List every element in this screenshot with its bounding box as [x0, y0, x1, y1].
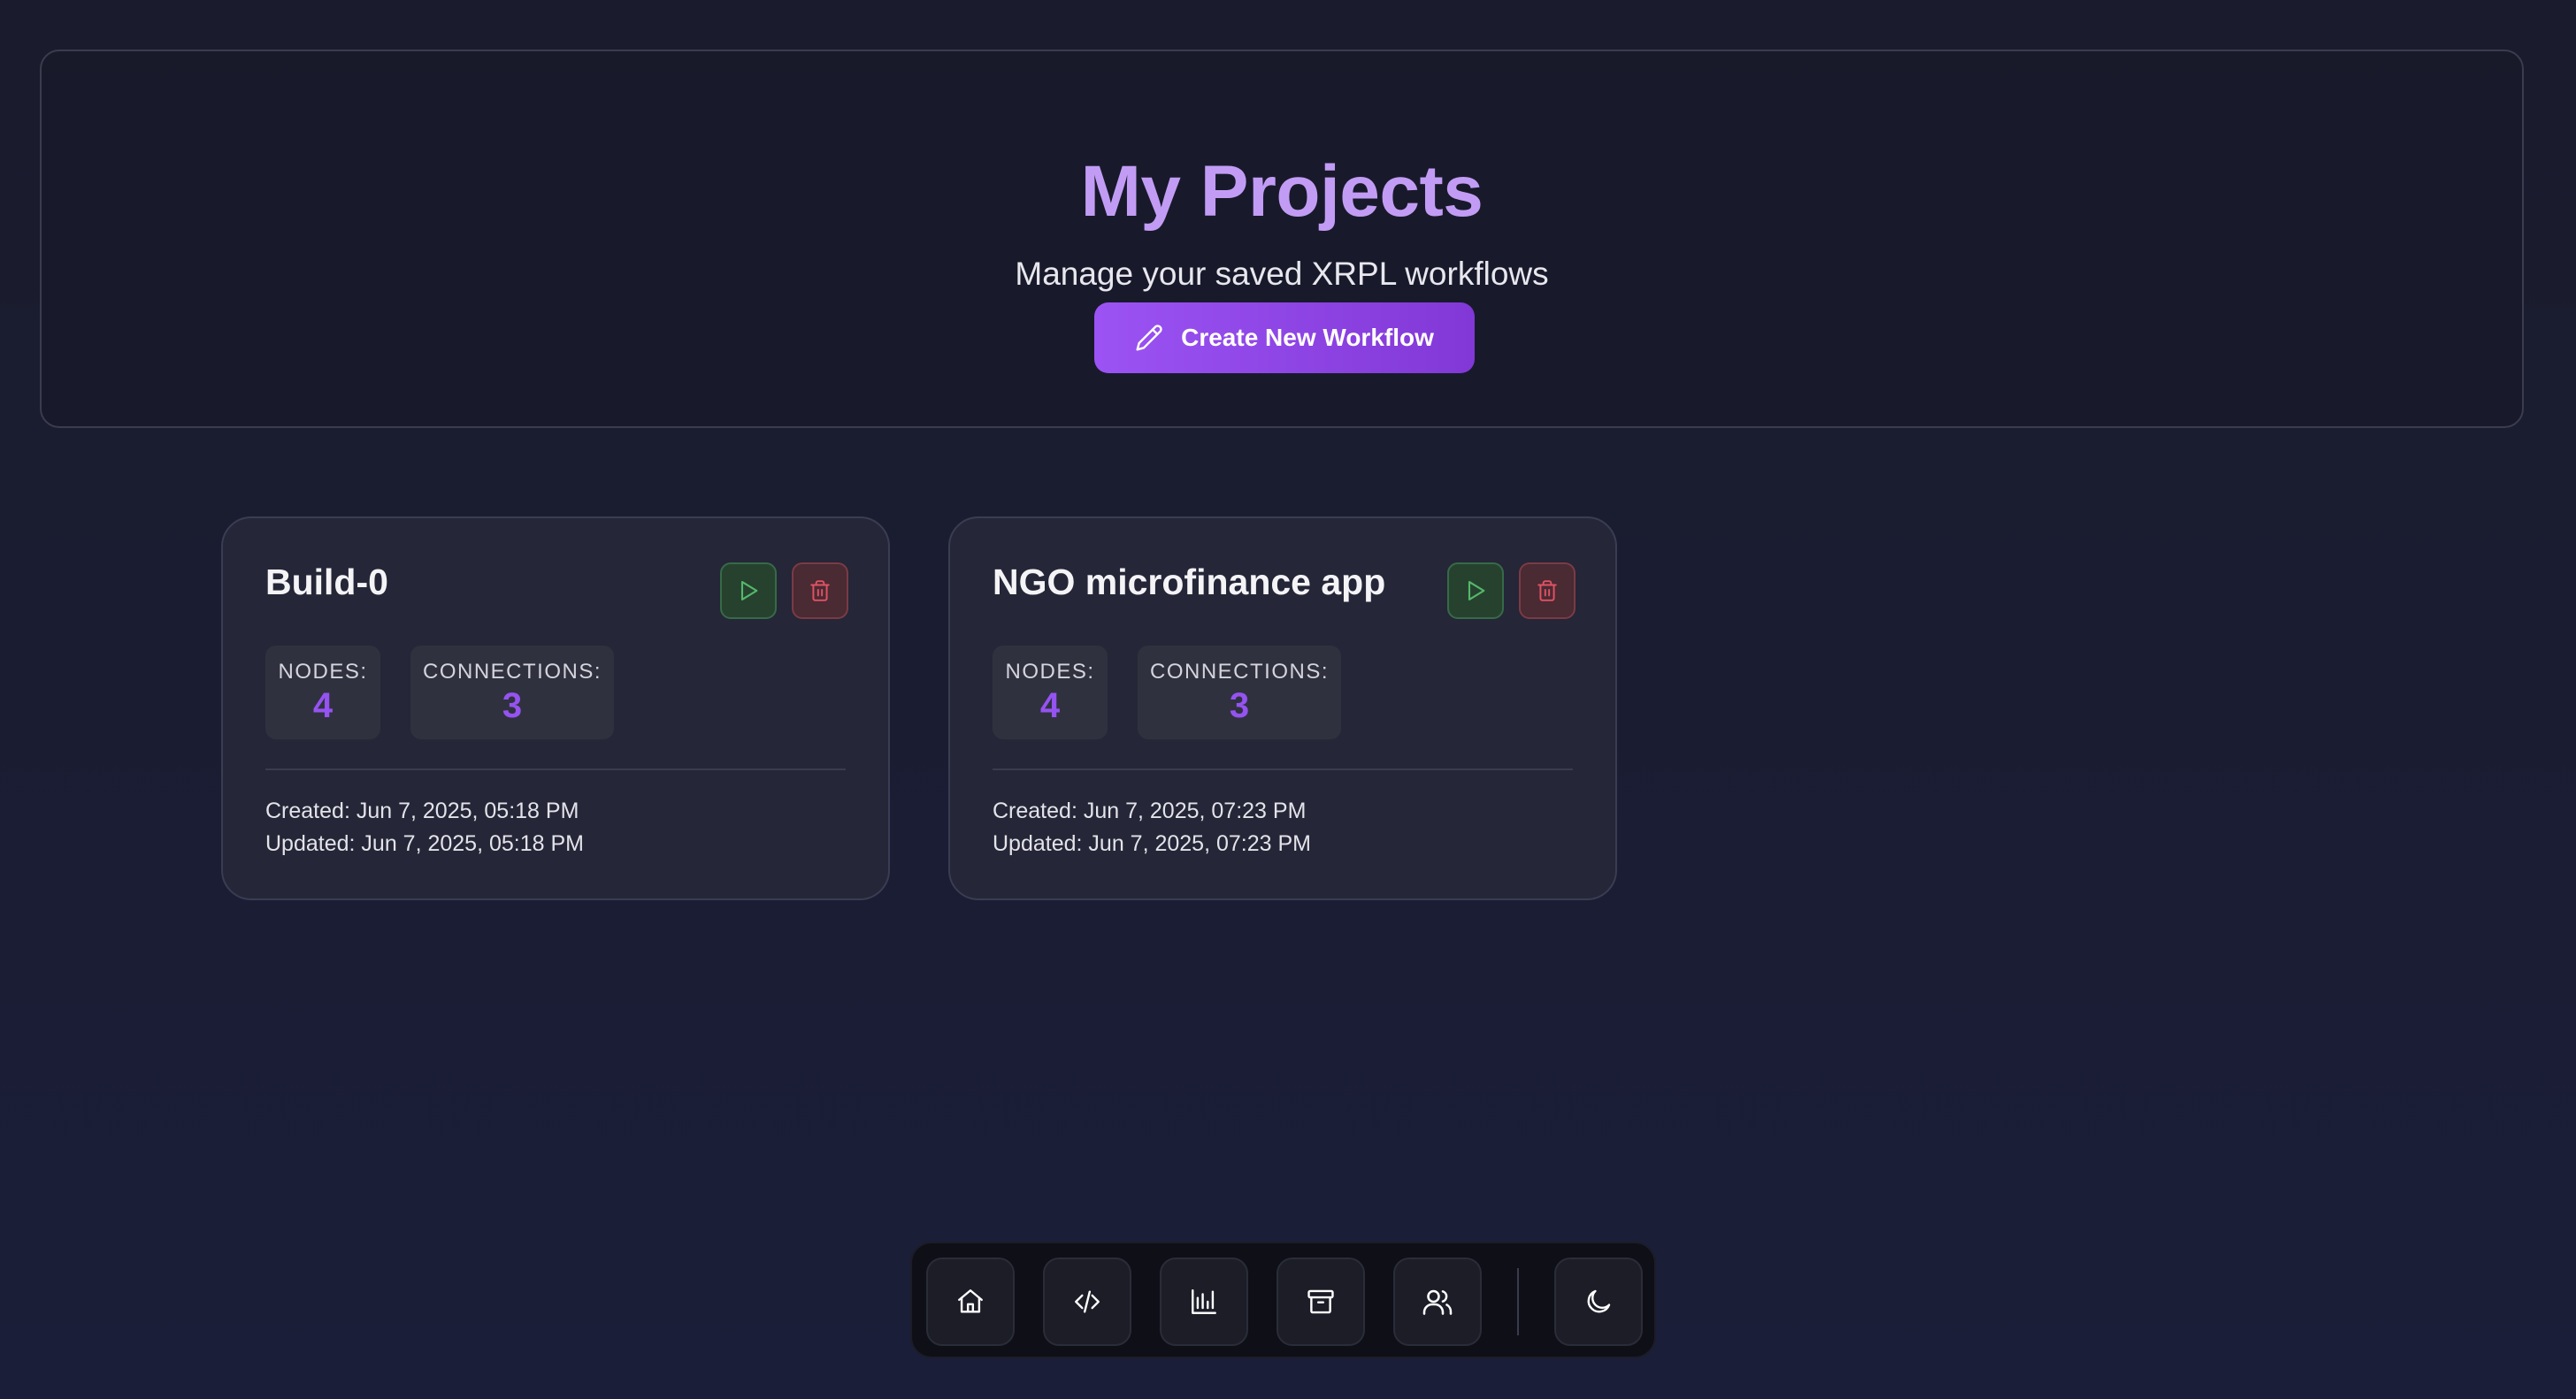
- page-title: My Projects: [1080, 151, 1484, 232]
- nodes-label: NODES:: [1005, 660, 1095, 684]
- bottom-dock: [910, 1242, 1656, 1358]
- archive-icon: [1306, 1287, 1336, 1317]
- trash-icon: [1536, 579, 1559, 602]
- dock-home-button[interactable]: [926, 1258, 1015, 1346]
- play-icon: [736, 578, 761, 603]
- dock-users-button[interactable]: [1393, 1258, 1482, 1346]
- card-divider: [265, 768, 846, 770]
- run-workflow-button[interactable]: [1447, 562, 1504, 619]
- connections-count: 3: [1229, 686, 1250, 725]
- create-new-workflow-label: Create New Workflow: [1181, 324, 1434, 351]
- page-subtitle: Manage your saved XRPL workflows: [1015, 256, 1549, 292]
- create-new-workflow-button[interactable]: Create New Workflow: [1094, 302, 1475, 373]
- header-panel: My Projects Manage your saved XRPL workf…: [40, 50, 2524, 428]
- run-workflow-button[interactable]: [720, 562, 777, 619]
- project-card[interactable]: NGO microfinance app NODES: 4 CONNECTION…: [948, 516, 1617, 900]
- delete-workflow-button[interactable]: [792, 562, 848, 619]
- connections-stat: CONNECTIONS: 3: [1138, 646, 1341, 739]
- play-icon: [1463, 578, 1488, 603]
- nodes-stat: NODES: 4: [265, 646, 380, 739]
- nodes-stat: NODES: 4: [993, 646, 1108, 739]
- created-date: Created: Jun 7, 2025, 05:18 PM: [265, 799, 579, 823]
- code-icon: [1072, 1287, 1102, 1317]
- moon-icon: [1583, 1287, 1614, 1317]
- created-date: Created: Jun 7, 2025, 07:23 PM: [993, 799, 1307, 823]
- card-divider: [993, 768, 1573, 770]
- pencil-icon: [1135, 324, 1163, 352]
- connections-label: CONNECTIONS:: [422, 660, 602, 684]
- dock-archive-button[interactable]: [1276, 1258, 1365, 1346]
- connections-stat: CONNECTIONS: 3: [410, 646, 614, 739]
- updated-date: Updated: Jun 7, 2025, 07:23 PM: [993, 831, 1311, 856]
- dock-code-button[interactable]: [1043, 1258, 1131, 1346]
- delete-workflow-button[interactable]: [1519, 562, 1576, 619]
- nodes-count: 4: [312, 686, 334, 725]
- connections-count: 3: [502, 686, 523, 725]
- updated-date: Updated: Jun 7, 2025, 05:18 PM: [265, 831, 584, 856]
- dock-theme-toggle-button[interactable]: [1554, 1258, 1643, 1346]
- project-title: Build-0: [265, 562, 388, 602]
- trash-icon: [809, 579, 832, 602]
- dock-analytics-button[interactable]: [1160, 1258, 1248, 1346]
- chart-icon: [1189, 1287, 1219, 1317]
- project-card[interactable]: Build-0 NODES: 4 CONNECTIONS: 3 Created:…: [221, 516, 890, 900]
- project-title: NGO microfinance app: [993, 562, 1386, 602]
- users-icon: [1422, 1286, 1453, 1318]
- connections-label: CONNECTIONS:: [1149, 660, 1329, 684]
- nodes-count: 4: [1039, 686, 1061, 725]
- home-icon: [955, 1287, 985, 1317]
- nodes-label: NODES:: [278, 660, 368, 684]
- dock-divider: [1517, 1268, 1519, 1335]
